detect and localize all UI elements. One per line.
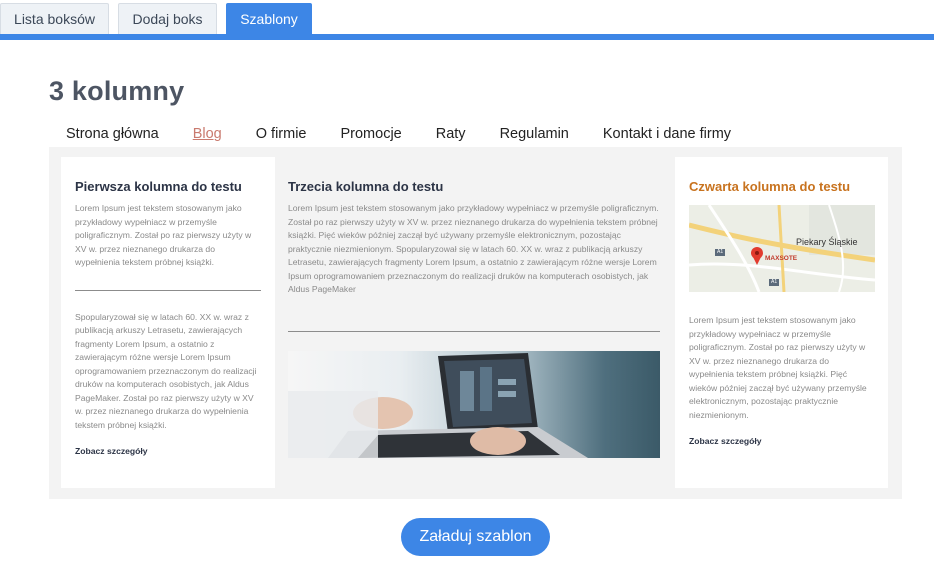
column-first-details-link[interactable]: Zobacz szczegóły [75,446,261,456]
column-third: Trzecia kolumna do testu Lorem Ipsum jes… [288,157,660,488]
preview-nav: Strona główna Blog O firmie Promocje Rat… [66,126,765,146]
nav-item-strona-glowna[interactable]: Strona główna [66,126,159,146]
tab-underline [0,34,934,40]
column-first-title: Pierwsza kolumna do testu [75,179,242,194]
nav-item-o-firmie[interactable]: O firmie [256,126,307,146]
page-title: 3 kolumny [49,76,185,106]
column-first-divider [75,289,261,291]
column-fourth: Czwarta kolumna do testu Piekary Śląskie… [675,157,888,488]
map-road-label-2: A1 [771,279,778,285]
template-preview: Pierwsza kolumna do testu Lorem Ipsum je… [49,147,902,499]
laptop-illustration [288,353,588,458]
column-first-text-2: Spopularyzował się w latach 60. XX w. wr… [75,311,257,430]
map-road-label: A1 [717,249,724,255]
map-marker-label: MAXSOTE [765,255,798,262]
load-template-button[interactable]: Załaduj szablon [401,518,550,556]
column-fourth-details-link[interactable]: Zobacz szczegóły [689,436,874,446]
nav-item-regulamin[interactable]: Regulamin [500,126,569,146]
tab-bar: Lista boksów Dodaj boks Szablony [0,0,934,40]
nav-item-kontakt[interactable]: Kontakt i dane firmy [603,126,731,146]
column-first-text: Lorem Ipsum jest tekstem stosowanym jako… [75,203,252,267]
column-third-divider [288,331,660,332]
tab-lista-boksow[interactable]: Lista boksów [0,3,109,34]
map-city-label: Piekary Śląskie [796,237,858,247]
tab-szablony[interactable]: Szablony [226,3,312,34]
nav-item-blog[interactable]: Blog [193,126,222,146]
map-image[interactable]: Piekary Śląskie MAXSOTE A1 A1 [689,205,875,292]
laptop-image [288,351,660,458]
column-first: Pierwsza kolumna do testu Lorem Ipsum je… [61,157,275,488]
column-third-title: Trzecia kolumna do testu [288,179,444,194]
tab-dodaj-boks[interactable]: Dodaj boks [118,3,217,34]
column-third-text: Lorem Ipsum jest tekstem stosowanym jako… [288,203,659,294]
column-fourth-title: Czwarta kolumna do testu [689,179,851,194]
nav-item-promocje[interactable]: Promocje [340,126,401,146]
nav-item-raty[interactable]: Raty [436,126,466,146]
column-fourth-text: Lorem Ipsum jest tekstem stosowanym jako… [689,315,867,420]
